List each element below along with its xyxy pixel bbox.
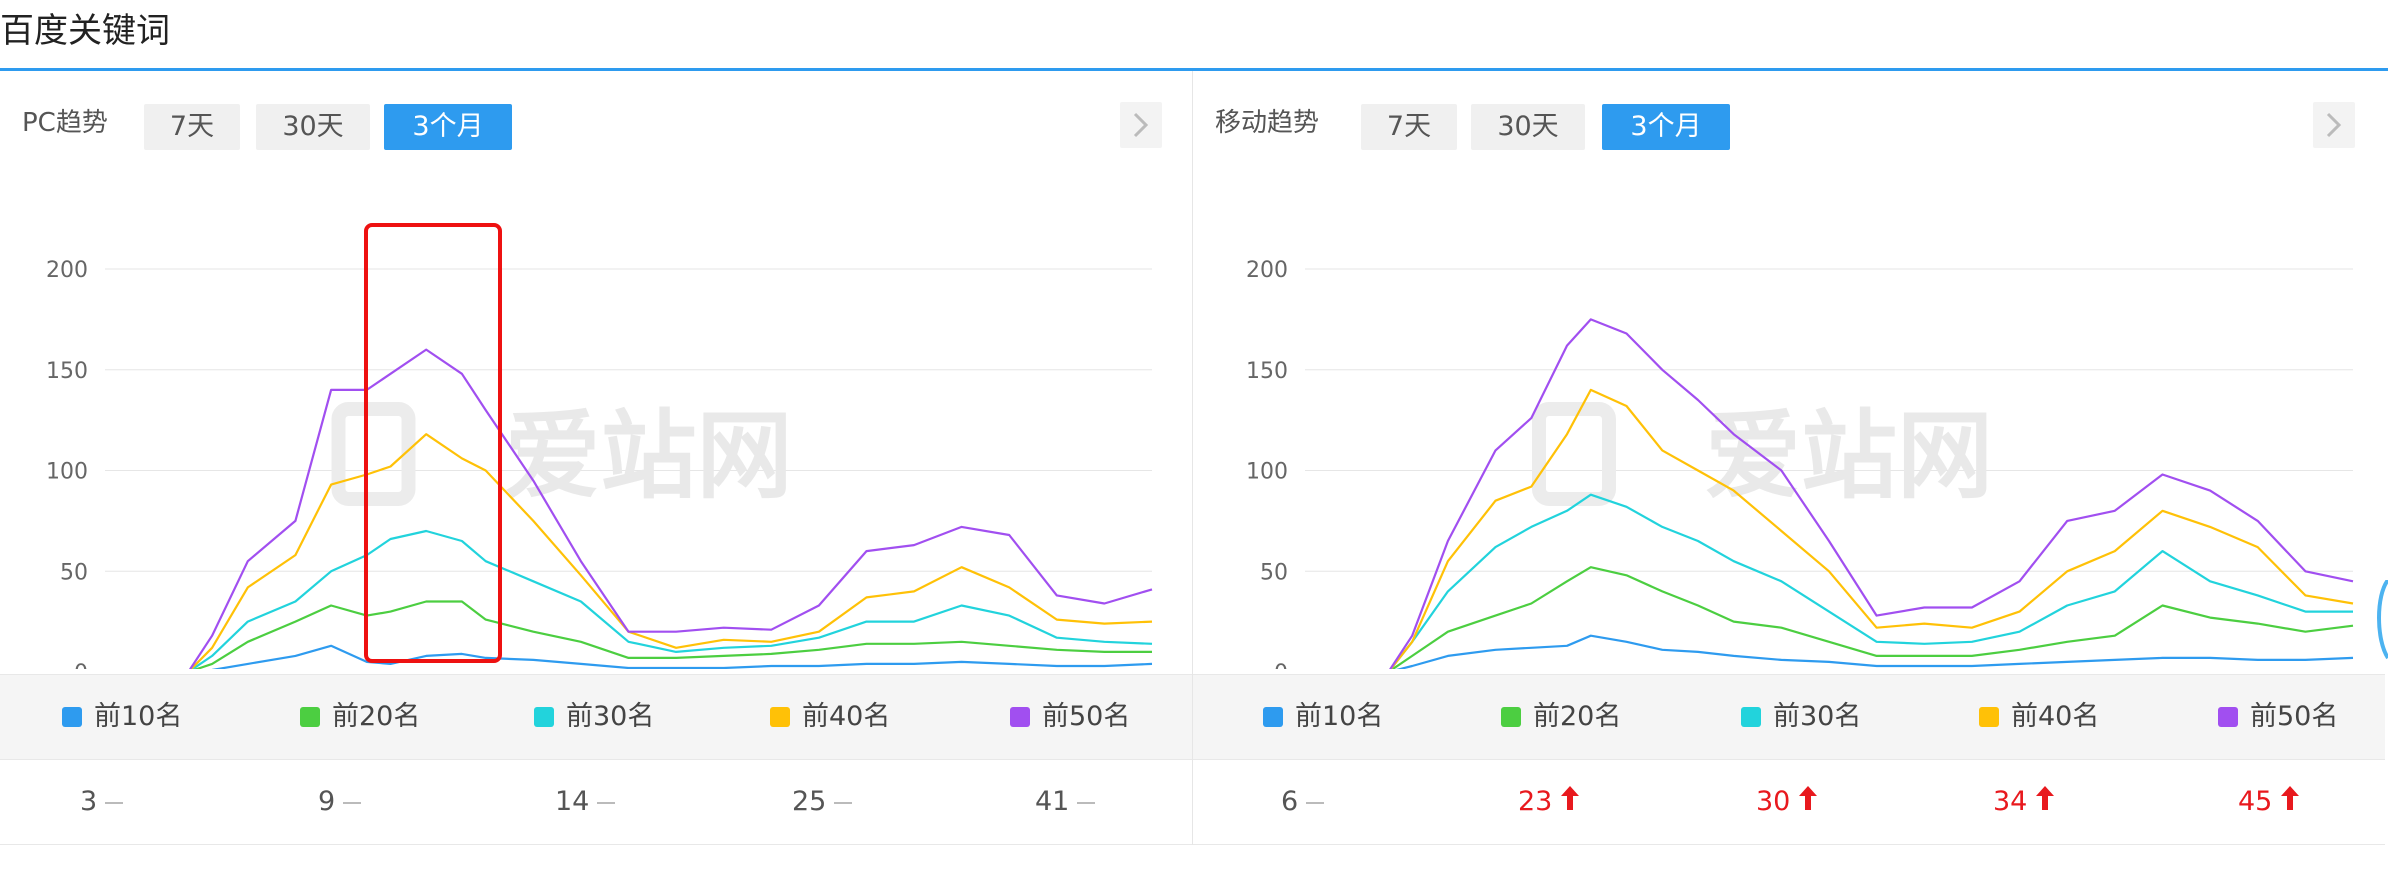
- dash-flat-icon: [834, 761, 853, 845]
- y-tick-label: 100: [1246, 460, 1288, 485]
- mobile-values: 6 23 30 34 45: [1193, 760, 2385, 845]
- rank-count-value: 6: [1281, 760, 1325, 845]
- rank-count-value: 25: [792, 760, 853, 845]
- legend-swatch: [770, 707, 790, 727]
- rank-count-value: 23: [1518, 760, 1580, 844]
- section-title: 百度关键词: [0, 11, 170, 51]
- dash-flat-icon: [597, 761, 616, 845]
- rank-count-number: 45: [2238, 786, 2273, 817]
- legend-item[interactable]: 前30名: [534, 675, 654, 759]
- dash-flat-icon: [343, 761, 362, 845]
- rank-count-number: 6: [1281, 786, 1299, 817]
- legend-item[interactable]: 前20名: [1501, 675, 1621, 759]
- legend-swatch: [534, 707, 554, 727]
- legend-label: 前10名: [1295, 701, 1384, 732]
- pc-next-button[interactable]: [1120, 102, 1162, 148]
- rank-count-value: 34: [1993, 760, 2055, 844]
- legend-item[interactable]: 前30名: [1741, 675, 1861, 759]
- legend-label: 前40名: [802, 701, 891, 732]
- legend-swatch: [1263, 707, 1283, 727]
- y-tick-label: 50: [60, 560, 88, 585]
- rank-count-number: 34: [1993, 786, 2028, 817]
- pc-trend-panel: PC趋势 7天 30天 3个月 050100150200爱站网06-1406-2…: [0, 71, 1192, 870]
- legend-item[interactable]: 前50名: [1010, 675, 1130, 759]
- rank-count-value: 14: [555, 760, 616, 845]
- legend-swatch: [2218, 707, 2238, 727]
- rank-count-number: 30: [1756, 786, 1791, 817]
- legend-item[interactable]: 前40名: [1979, 675, 2099, 759]
- arrow-up-icon: [2035, 761, 2055, 845]
- legend-label: 前30名: [1773, 701, 1862, 732]
- highlight-box: [364, 223, 502, 663]
- legend-item[interactable]: 前50名: [2218, 675, 2338, 759]
- mobile-range-3m-button[interactable]: 3个月: [1602, 104, 1730, 150]
- legend-swatch: [300, 707, 320, 727]
- rank-count-value: 9: [318, 760, 362, 845]
- legend-label: 前30名: [566, 701, 655, 732]
- mobile-trend-chart: 050100150200爱站网06-1406-2607-0807-2008-01…: [1246, 258, 2354, 669]
- legend-swatch: [1979, 707, 1999, 727]
- legend-swatch: [1501, 707, 1521, 727]
- pc-range-3m-button[interactable]: 3个月: [384, 104, 512, 150]
- legend-swatch: [1010, 707, 1030, 727]
- legend-label: 前40名: [2011, 701, 2100, 732]
- watermark: 爱站网: [505, 400, 793, 512]
- legend-label: 前20名: [1533, 701, 1622, 732]
- pc-range-30d-button[interactable]: 30天: [256, 104, 370, 150]
- y-tick-label: 150: [46, 359, 88, 384]
- mobile-next-button[interactable]: [2313, 102, 2355, 148]
- mobile-trend-label: 移动趋势: [1215, 108, 1320, 138]
- series-line-30: [190, 529, 1153, 669]
- mobile-trend-panel: 移动趋势 7天 30天 3个月 050100150200爱站网06-1406-2…: [1193, 71, 2385, 870]
- legend-label: 前10名: [94, 701, 183, 732]
- mobile-legend: 前10名 前20名 前30名 前40名 前50名: [1193, 674, 2385, 760]
- pc-range-7d-button[interactable]: 7天: [144, 104, 240, 150]
- rank-count-value: 45: [2238, 760, 2300, 844]
- legend-label: 前50名: [2250, 701, 2339, 732]
- rank-count-number: 3: [80, 786, 98, 817]
- arrow-up-icon: [2280, 761, 2300, 845]
- dash-flat-icon: [105, 761, 124, 845]
- legend-label: 前20名: [332, 701, 421, 732]
- chevron-right-icon: [2326, 112, 2342, 138]
- dash-flat-icon: [1077, 761, 1096, 845]
- mobile-range-7d-button[interactable]: 7天: [1361, 104, 1457, 150]
- y-tick-label: 200: [46, 258, 88, 283]
- pc-trend-chart: 050100150200爱站网06-1406-2607-0807-2008-01…: [46, 258, 1153, 669]
- rank-count-number: 41: [1035, 786, 1070, 817]
- pc-legend: 前10名 前20名 前30名 前40名 前50名: [0, 674, 1192, 760]
- arrow-up-icon: [1798, 761, 1818, 845]
- rank-count-number: 23: [1518, 786, 1553, 817]
- y-tick-label: 0: [74, 661, 88, 669]
- rank-count-number: 9: [318, 786, 336, 817]
- rank-count-number: 25: [792, 786, 827, 817]
- pc-values: 3 9 14 25 41: [0, 760, 1192, 845]
- legend-label: 前50名: [1042, 701, 1131, 732]
- y-tick-label: 200: [1246, 258, 1288, 283]
- legend-item[interactable]: 前40名: [770, 675, 890, 759]
- y-tick-label: 0: [1274, 661, 1288, 669]
- rank-count-value: 30: [1756, 760, 1818, 844]
- arrow-up-icon: [1560, 761, 1580, 845]
- y-tick-label: 50: [1260, 560, 1288, 585]
- rank-count-value: 41: [1035, 760, 1096, 845]
- mobile-range-30d-button[interactable]: 30天: [1471, 104, 1585, 150]
- y-tick-label: 100: [46, 460, 88, 485]
- legend-item[interactable]: 前20名: [300, 675, 420, 759]
- dash-flat-icon: [1306, 761, 1325, 845]
- legend-item[interactable]: 前10名: [1263, 675, 1383, 759]
- legend-swatch: [62, 707, 82, 727]
- chevron-right-icon: [1133, 112, 1149, 138]
- watermark: 爱站网: [1705, 400, 1993, 512]
- pc-trend-label: PC趋势: [22, 108, 108, 138]
- rank-count-value: 3: [80, 760, 124, 845]
- legend-item[interactable]: 前10名: [62, 675, 182, 759]
- rank-count-number: 14: [555, 786, 590, 817]
- legend-swatch: [1741, 707, 1761, 727]
- edge-decoration: [2377, 580, 2388, 660]
- y-tick-label: 150: [1246, 359, 1288, 384]
